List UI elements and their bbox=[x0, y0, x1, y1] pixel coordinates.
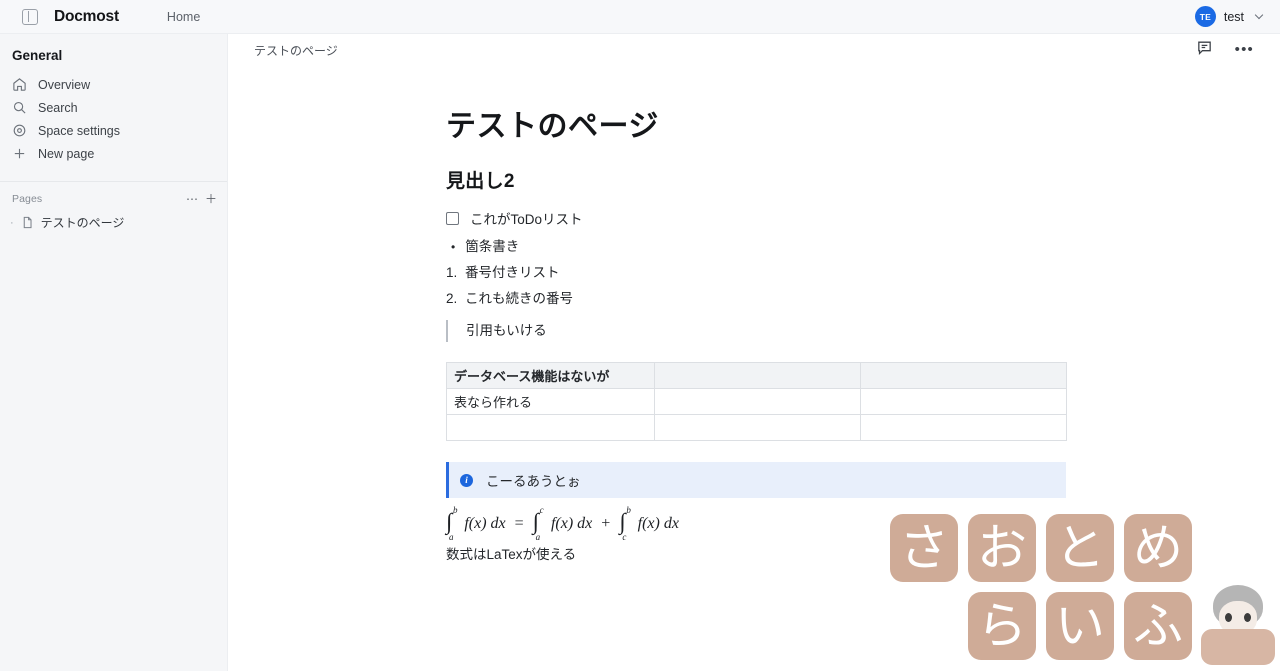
table-cell[interactable] bbox=[860, 388, 1067, 415]
todo-list-item[interactable]: これがToDoリスト bbox=[446, 208, 1068, 228]
list-item: • 箇条書き bbox=[451, 235, 1068, 255]
sidebar-toggle-icon[interactable] bbox=[22, 8, 38, 25]
sidebar-item-new-page[interactable]: New page bbox=[0, 142, 227, 165]
kana-tile: め bbox=[1124, 514, 1192, 582]
breadcrumb[interactable]: テストのページ bbox=[254, 42, 338, 59]
list-item[interactable]: · テストのページ bbox=[0, 205, 227, 231]
sidebar-item-search[interactable]: Search bbox=[0, 96, 227, 119]
sidebar-item-label: Search bbox=[38, 100, 78, 115]
sidebar-item-label: Space settings bbox=[38, 123, 120, 138]
table-row bbox=[446, 414, 1067, 441]
user-name: test bbox=[1223, 9, 1244, 24]
sidebar-item-overview[interactable]: Overview bbox=[0, 73, 227, 96]
pages-label: Pages bbox=[12, 193, 43, 205]
table-cell[interactable] bbox=[860, 414, 1067, 441]
foreground-block bbox=[1201, 629, 1275, 665]
checkbox[interactable] bbox=[446, 211, 459, 225]
info-icon: i bbox=[460, 473, 473, 487]
table-header-cell[interactable] bbox=[654, 362, 861, 389]
home-link[interactable]: Home bbox=[167, 10, 200, 24]
space-title: General bbox=[12, 48, 63, 63]
content-header: テストのページ ••• bbox=[228, 34, 1280, 66]
right-eye bbox=[1244, 613, 1251, 622]
list-item-label: これも続きの番号 bbox=[465, 291, 573, 306]
sidebar-item-label: Overview bbox=[38, 77, 91, 92]
user-menu[interactable]: TE test bbox=[1194, 6, 1264, 27]
table-cell[interactable]: 表なら作れる bbox=[446, 388, 655, 415]
formula-body: f(x) dx bbox=[550, 515, 593, 532]
ellipsis-icon[interactable]: ⋯ bbox=[186, 193, 198, 205]
top-bar: Docmost Home TE test bbox=[0, 0, 1280, 34]
document-icon bbox=[21, 216, 34, 229]
equals-sign: = bbox=[514, 515, 524, 532]
document-body: テストのページ 見出し2 これがToDoリスト • 箇条書き 1. 番号付きリス… bbox=[228, 66, 1280, 671]
integral-symbol: ∫ b c bbox=[619, 505, 631, 542]
left-eye bbox=[1225, 613, 1232, 622]
bullet-marker: • bbox=[451, 240, 456, 254]
app-brand: Docmost bbox=[54, 7, 119, 25]
formula-body: f(x) dx bbox=[637, 515, 679, 532]
kana-tile: お bbox=[968, 514, 1036, 582]
todo-label: これがToDoリスト bbox=[470, 212, 583, 227]
heading-2: 見出し2 bbox=[446, 171, 515, 192]
kana-tile: ふ bbox=[1124, 592, 1192, 660]
comment-icon[interactable] bbox=[1196, 39, 1213, 61]
gear-icon bbox=[12, 123, 27, 138]
home-icon bbox=[12, 77, 27, 92]
table-row: データベース機能はないが bbox=[446, 362, 1067, 389]
page-tree-label: テストのページ bbox=[40, 216, 125, 230]
integral-symbol: ∫ c a bbox=[532, 505, 544, 542]
tree-bullet: · bbox=[10, 216, 14, 229]
plus-icon bbox=[12, 146, 27, 161]
pages-section-header: Pages ⋯ ＋ bbox=[0, 182, 227, 205]
sidebar-nav: Overview Search Space settings New page bbox=[0, 73, 227, 165]
formula-body: f(x) dx bbox=[464, 515, 506, 532]
table-cell[interactable] bbox=[446, 414, 655, 441]
sidebar-item-space-settings[interactable]: Space settings bbox=[0, 119, 227, 142]
table-cell[interactable] bbox=[654, 388, 861, 415]
blockquote: 引用もいける bbox=[446, 320, 1068, 342]
list-item: 1. 番号付きリスト bbox=[446, 261, 1068, 281]
table-cell[interactable] bbox=[654, 414, 861, 441]
avatar[interactable]: TE bbox=[1194, 6, 1216, 27]
table-header-cell[interactable] bbox=[860, 362, 1067, 389]
chevron-down-icon[interactable] bbox=[1254, 10, 1264, 20]
plus-sign: + bbox=[601, 515, 611, 532]
plus-icon[interactable]: ＋ bbox=[205, 193, 217, 205]
kana-tile: さ bbox=[890, 514, 958, 582]
content-table[interactable]: データベース機能はないが 表なら作れる bbox=[446, 362, 1067, 441]
ordered-marker: 1. bbox=[446, 265, 458, 280]
info-callout: i こーるあうとぉ bbox=[446, 462, 1066, 498]
ordered-marker: 2. bbox=[446, 291, 458, 306]
character-illustration bbox=[1199, 583, 1277, 667]
sidebar: General Overview Search Space settings N… bbox=[0, 34, 228, 671]
ellipsis-icon[interactable]: ••• bbox=[1235, 42, 1254, 57]
sidebar-item-label: New page bbox=[38, 146, 95, 161]
list-item-label: 箇条書き bbox=[465, 239, 520, 254]
callout-text: こーるあうとぉ bbox=[486, 474, 581, 489]
list-item: 2. これも続きの番号 bbox=[446, 287, 1068, 307]
integral-symbol: ∫ b a bbox=[446, 505, 458, 542]
table-header-cell[interactable]: データベース機能はないが bbox=[446, 362, 655, 389]
list-item-label: 番号付きリスト bbox=[465, 265, 560, 280]
table-row: 表なら作れる bbox=[446, 388, 1067, 415]
kana-tile: い bbox=[1046, 592, 1114, 660]
search-icon bbox=[12, 100, 27, 115]
page-title: テストのページ bbox=[446, 110, 659, 143]
kana-tile: と bbox=[1046, 514, 1114, 582]
kana-tile: ら bbox=[968, 592, 1036, 660]
